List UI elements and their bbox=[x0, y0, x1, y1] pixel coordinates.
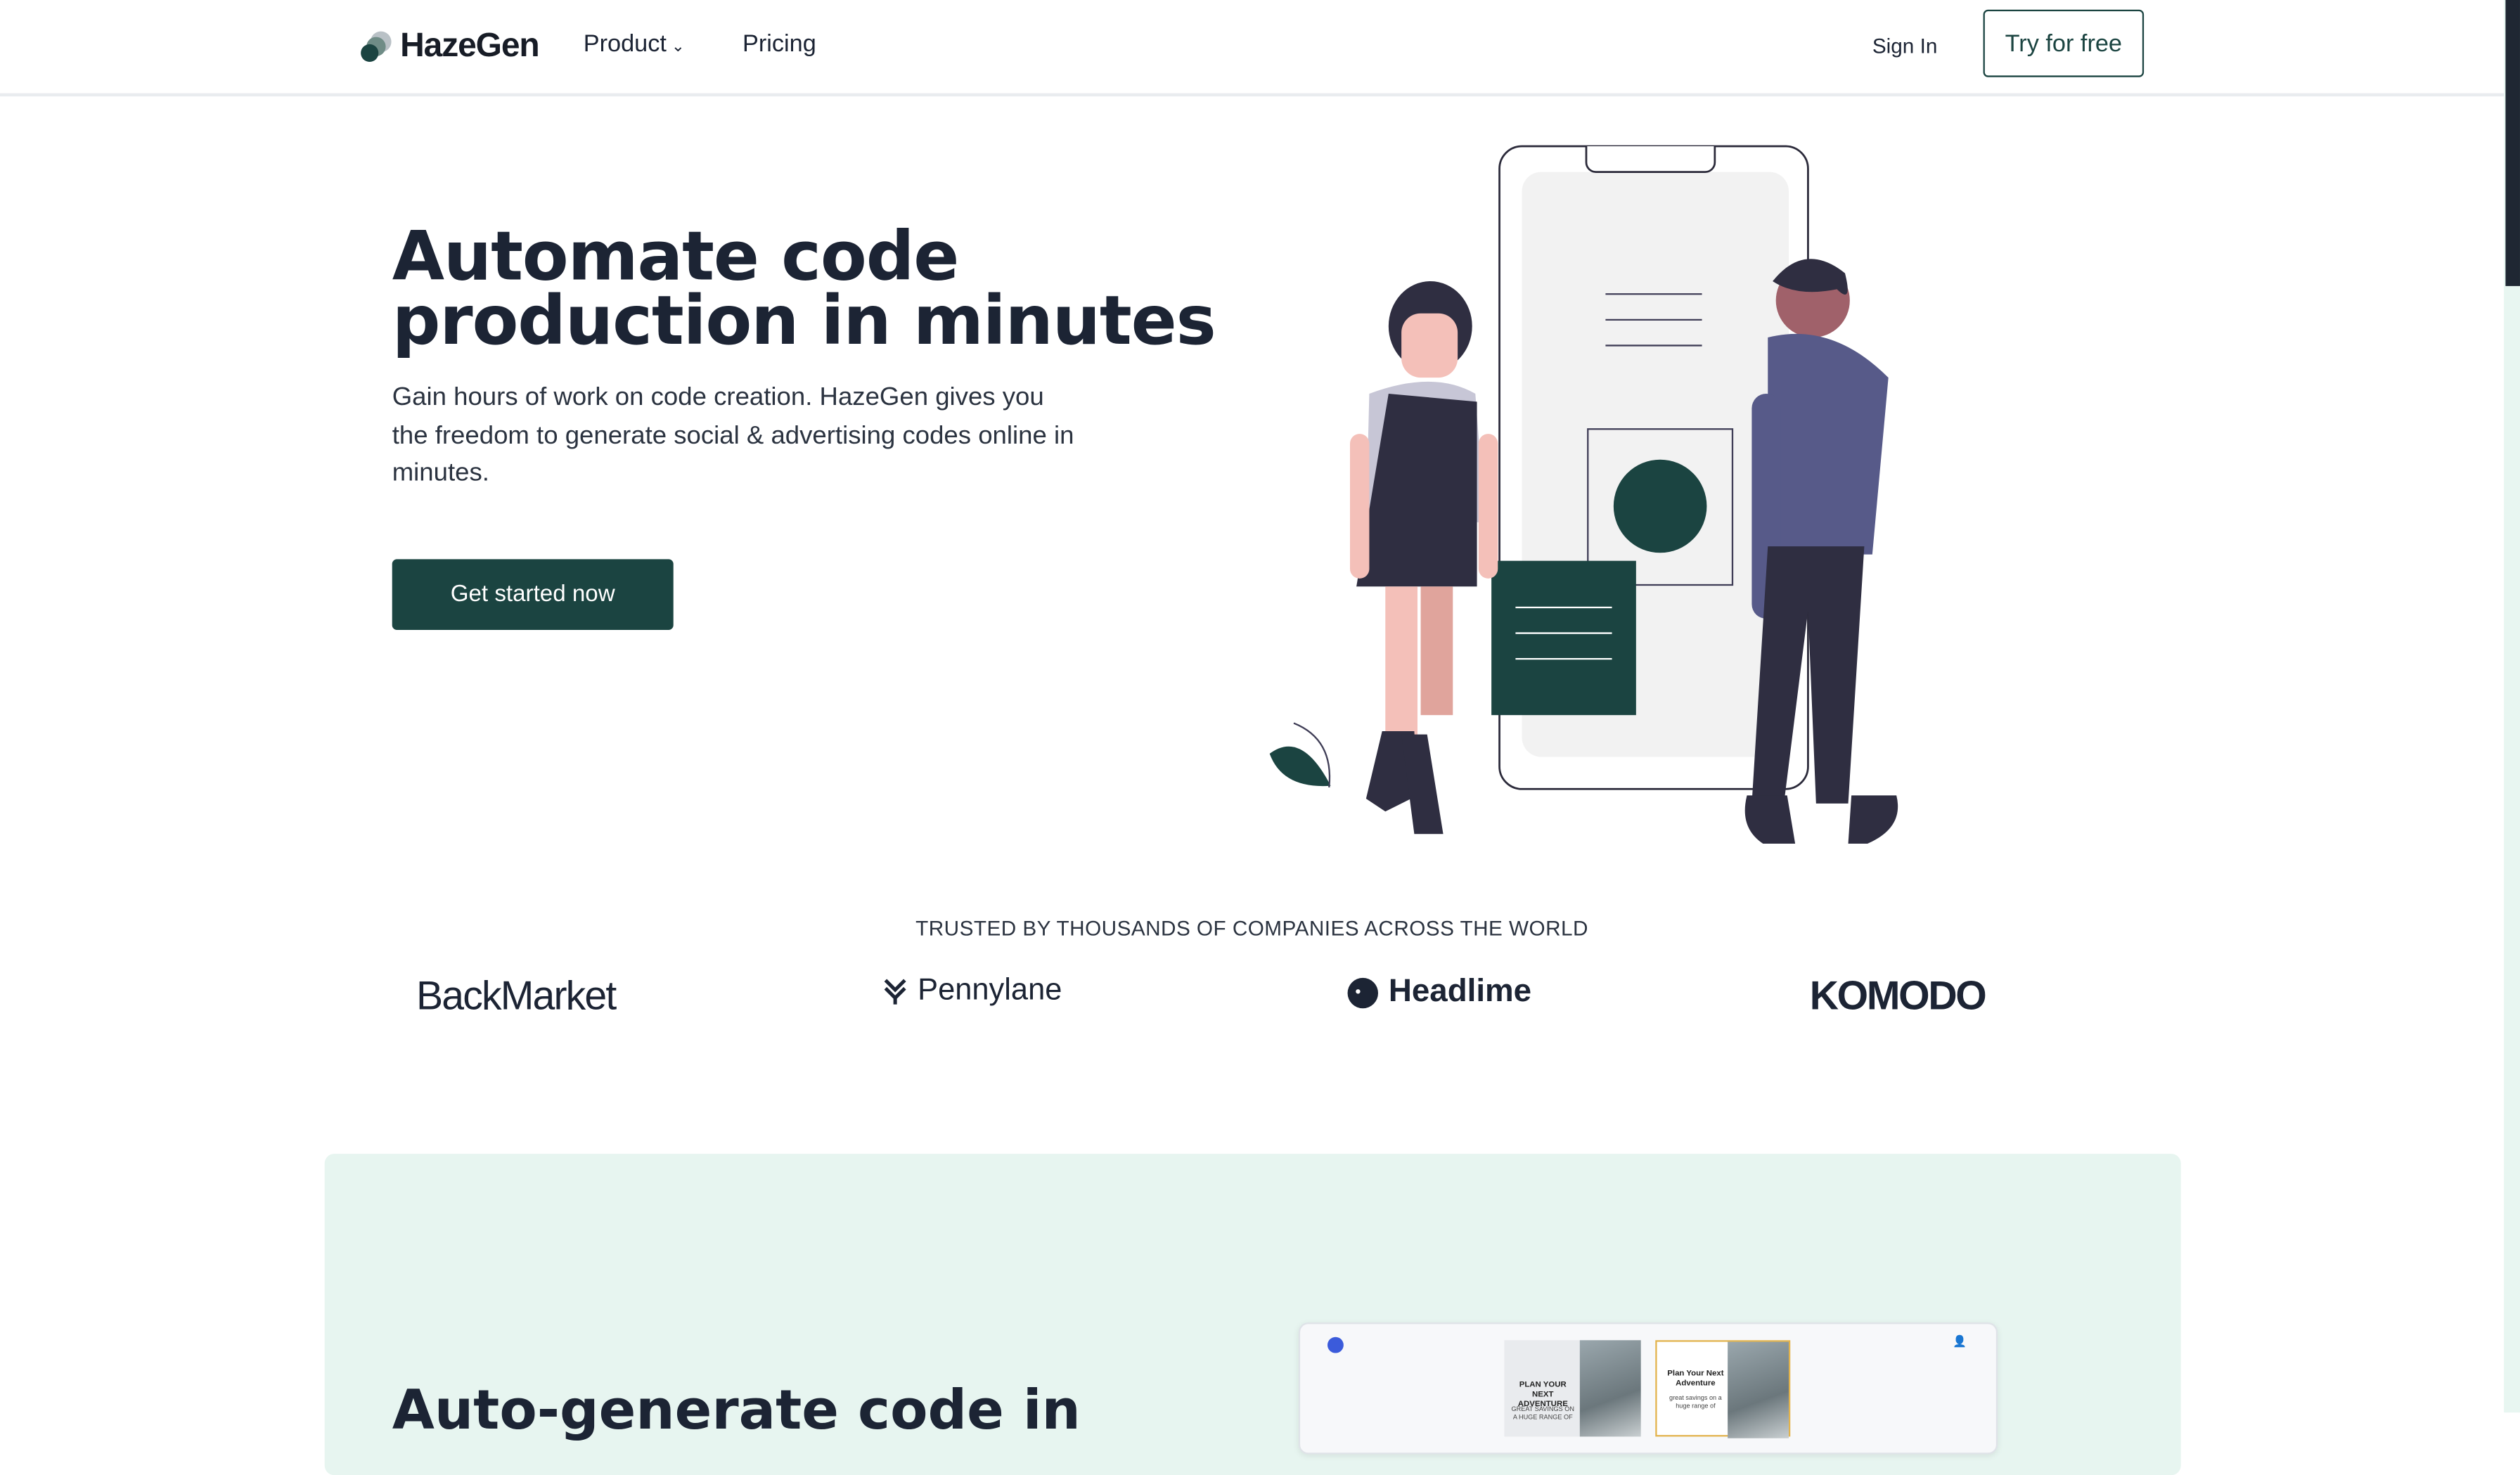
app-logo-icon bbox=[1327, 1336, 1344, 1353]
hero-title: Automate code production in minutes bbox=[392, 217, 1216, 360]
chevron-down-icon: ⌄ bbox=[671, 38, 685, 56]
nav-product-dropdown[interactable]: Product ⌄ bbox=[584, 30, 685, 58]
brand-name: HazeGen bbox=[400, 27, 540, 65]
app-preview-window: 👤 PLAN YOUR NEXT ADVENTURE GREAT SAVINGS… bbox=[1298, 1322, 1998, 1455]
logo-headlime: Headlime bbox=[1346, 974, 1531, 1011]
try-for-free-button[interactable]: Try for free bbox=[1983, 9, 2145, 77]
preview-card-subtitle: GREAT SAVINGS ON A HUGE RANGE OF bbox=[1511, 1404, 1574, 1421]
user-icon: 👤 bbox=[1953, 1336, 1967, 1348]
logo-backmarket-text: BackMarket bbox=[416, 974, 617, 1019]
top-navigation: HazeGen Product ⌄ Pricing Sign In Try for… bbox=[0, 0, 2505, 97]
headlime-icon bbox=[1347, 977, 1378, 1008]
logo-komodo-text: KOMODO bbox=[1809, 974, 1987, 1019]
logo-pennylane-text: Pennylane bbox=[918, 974, 1062, 1008]
brand-logo[interactable]: HazeGen bbox=[359, 24, 540, 69]
trusted-heading: TRUSTED BY THOUSANDS OF COMPANIES ACROSS… bbox=[915, 915, 1588, 941]
preview-card: PLAN YOUR NEXT ADVENTURE GREAT SAVINGS O… bbox=[1504, 1340, 1641, 1437]
nav-product-label: Product bbox=[583, 30, 667, 58]
preview-card-title: Plan Your Next Adventure bbox=[1667, 1369, 1724, 1389]
feature-title: Auto-generate code in bbox=[392, 1379, 1081, 1443]
preview-card-subtitle: great savings on a huge range of bbox=[1669, 1393, 1722, 1410]
logo-backmarket: BackMarket bbox=[416, 974, 617, 1020]
scrollbar-thumb[interactable] bbox=[2505, 0, 2520, 286]
hazegen-logo-icon bbox=[361, 31, 392, 62]
logo-pennylane: Pennylane bbox=[882, 974, 1062, 1009]
hero-subtitle: Gain hours of work on code creation. Haz… bbox=[392, 384, 1074, 487]
page: HazeGen Product ⌄ Pricing Sign In Try for… bbox=[0, 0, 2520, 1475]
nav-pricing-link[interactable]: Pricing bbox=[742, 30, 816, 58]
preview-card-image bbox=[1728, 1341, 1789, 1438]
hero-illustration bbox=[1269, 145, 1898, 844]
logo-headlime-text: Headlime bbox=[1388, 974, 1532, 1010]
pennylane-icon bbox=[884, 979, 906, 1005]
get-started-button[interactable]: Get started now bbox=[392, 559, 674, 630]
logo-komodo: KOMODO bbox=[1809, 974, 1987, 1020]
sign-in-link[interactable]: Sign In bbox=[1872, 34, 1938, 58]
preview-card-selected: Plan Your Next Adventure great savings o… bbox=[1655, 1340, 1791, 1438]
preview-card-image bbox=[1579, 1340, 1641, 1437]
